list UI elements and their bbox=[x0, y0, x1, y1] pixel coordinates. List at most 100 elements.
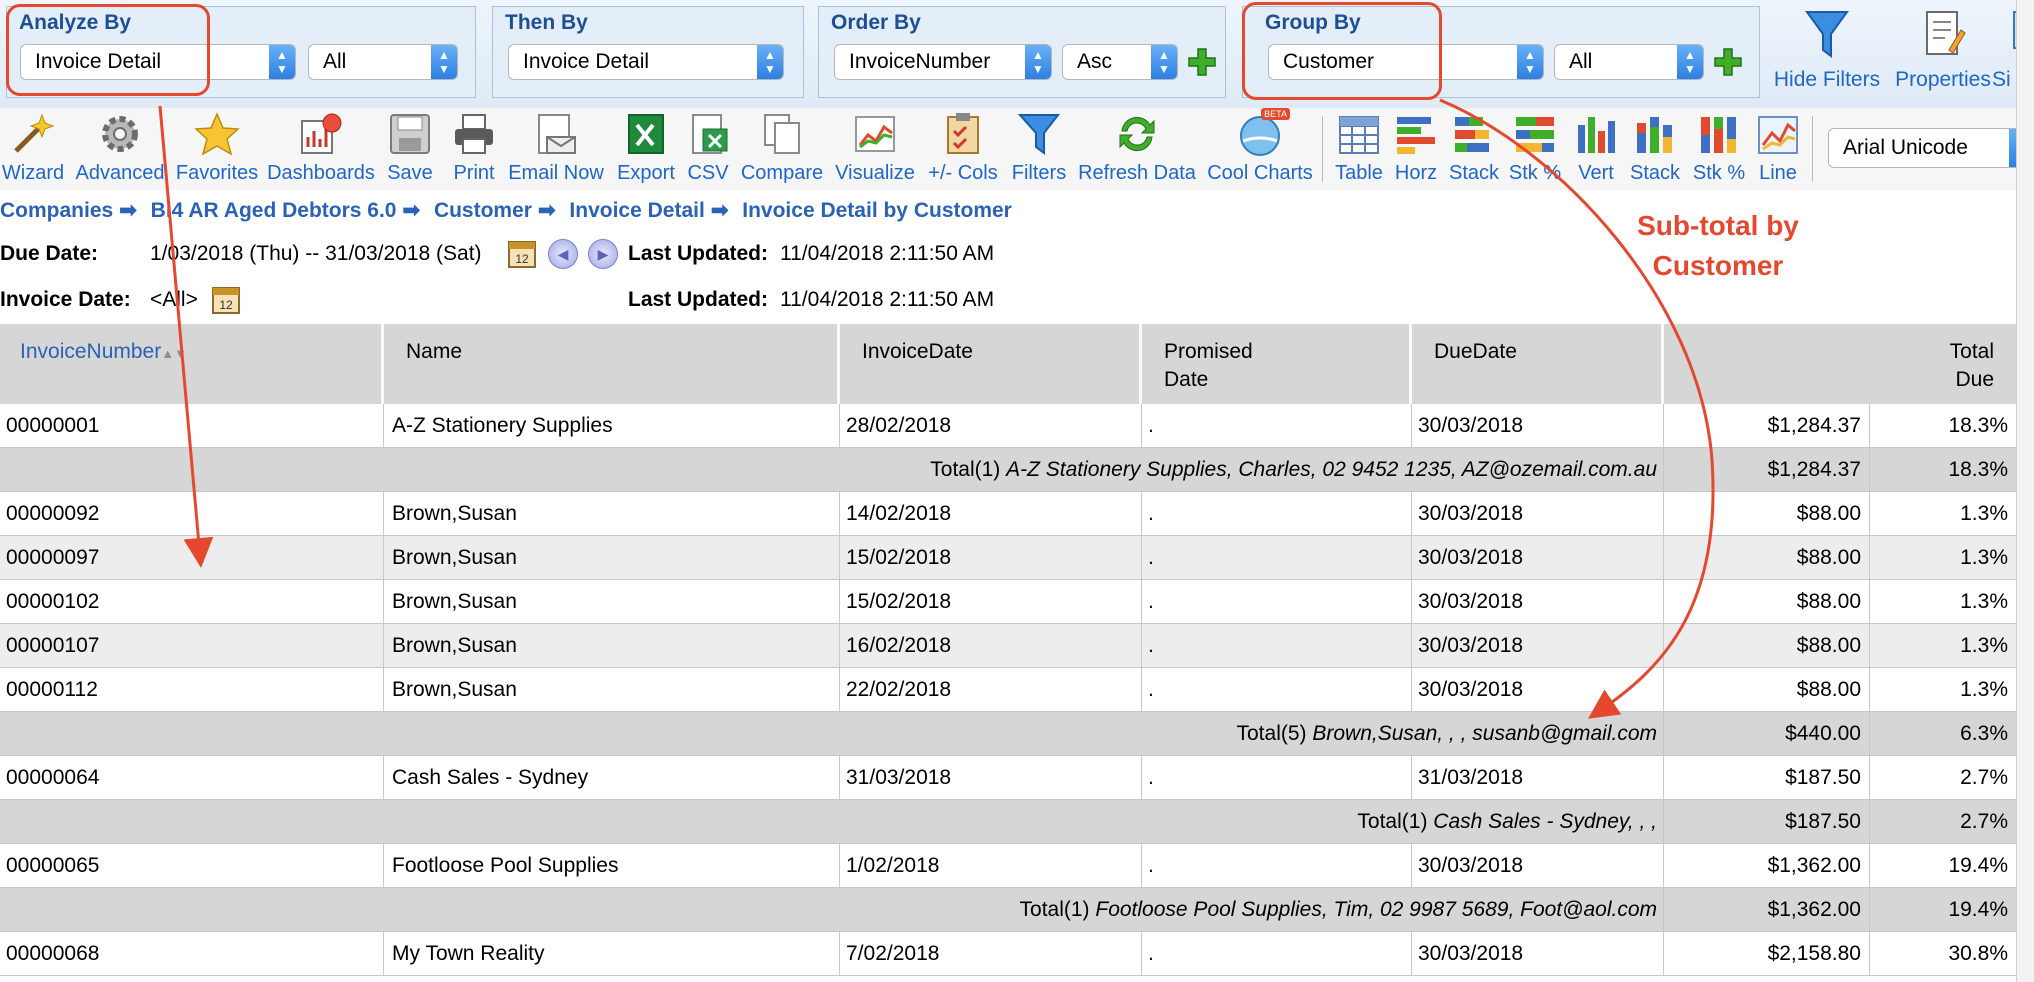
font-select[interactable]: Arial Unicode ▲▼ bbox=[1828, 128, 2034, 168]
table-row[interactable]: 00000064 Cash Sales - Sydney 31/03/2018. 31… bbox=[0, 756, 2016, 800]
beta-badge: BETA bbox=[1261, 108, 1290, 120]
email-now-button[interactable]: Email Now bbox=[504, 110, 608, 185]
column-header-name[interactable]: Name bbox=[384, 324, 840, 404]
filters-button[interactable]: Filters bbox=[1006, 110, 1072, 185]
next-period-icon[interactable]: ▶ bbox=[588, 239, 618, 269]
subtotal-percent: 6.3% bbox=[1960, 722, 2008, 745]
cell-invoice-number: 00000112 bbox=[0, 668, 384, 711]
column-header-invoicenumber[interactable]: InvoiceNumber▲▼ bbox=[0, 324, 384, 404]
add-remove-cols-button[interactable]: +/- Cols bbox=[922, 110, 1004, 185]
chart-horz-button[interactable]: Horz bbox=[1392, 110, 1440, 185]
previous-period-icon[interactable]: ◀ bbox=[548, 239, 578, 269]
cell-name: Brown,Susan bbox=[384, 536, 840, 579]
properties-button[interactable]: Properties bbox=[1888, 6, 1998, 92]
calendar-icon[interactable]: 12 bbox=[508, 240, 536, 268]
chart-table-button[interactable]: Table bbox=[1328, 110, 1390, 185]
side-label: Si bbox=[1992, 68, 2011, 91]
refresh-data-button[interactable]: Refresh Data bbox=[1074, 110, 1200, 185]
dashboards-button[interactable]: Dashboards bbox=[264, 110, 378, 185]
print-button[interactable]: Print bbox=[446, 110, 502, 185]
chart-stack-pct-vert-button[interactable]: Stk % bbox=[1688, 110, 1750, 185]
table-row[interactable]: 00000001 A-Z Stationery Supplies 28/02/201… bbox=[0, 404, 2016, 448]
visualize-button[interactable]: Visualize bbox=[832, 110, 918, 185]
breadcrumb-item-invoice-detail[interactable]: Invoice Detail bbox=[569, 199, 704, 222]
wizard-button[interactable]: Wizard bbox=[0, 110, 66, 185]
chart-line-button[interactable]: Line bbox=[1752, 110, 1804, 185]
highlight-group-by bbox=[1242, 2, 1442, 100]
csv-icon bbox=[692, 114, 728, 154]
cell-percent: 1.3% bbox=[1960, 502, 2008, 525]
subtotal-row: Total(1) Footloose Pool Supplies, Tim, 0… bbox=[0, 888, 2016, 932]
table-row[interactable]: 00000092 Brown,Susan 14/02/2018. 30/03/2018… bbox=[0, 492, 2016, 536]
cool-charts-button[interactable]: BETA Cool Charts bbox=[1204, 108, 1316, 185]
last-updated-value: 11/04/2018 2:11:50 AM bbox=[780, 288, 995, 311]
cell-invoice-number: 00000068 bbox=[0, 932, 384, 975]
subtotal-label: Total(5) Brown,Susan, , , susanb@gmail.c… bbox=[0, 712, 1664, 755]
breadcrumb-item-companies[interactable]: Companies bbox=[0, 199, 113, 222]
table-row[interactable]: 00000065 Footloose Pool Supplies 1/02/2018… bbox=[0, 844, 2016, 888]
chart-vert-button[interactable]: Vert bbox=[1570, 110, 1622, 185]
breadcrumb-item-current[interactable]: Invoice Detail by Customer bbox=[742, 199, 1012, 222]
subtotal-row: Total(5) Brown,Susan, , , susanb@gmail.c… bbox=[0, 712, 2016, 756]
hide-filters-button[interactable]: Hide Filters bbox=[1772, 6, 1882, 92]
table-row[interactable]: 00000112 Brown,Susan 22/02/2018. 30/03/2018… bbox=[0, 668, 2016, 712]
cell-invoice-number: 00000065 bbox=[0, 844, 384, 887]
toolbar-label: Wizard bbox=[1, 162, 65, 184]
advanced-button[interactable]: Advanced bbox=[72, 110, 168, 185]
column-header-invoicedate[interactable]: InvoiceDate bbox=[840, 324, 1142, 404]
group-by-all-select[interactable]: All ▲ ▼ bbox=[1554, 44, 1704, 80]
cell-due-date: 30/03/2018 bbox=[1412, 536, 1664, 579]
dashboard-icon bbox=[301, 113, 342, 154]
analyze-by-all-select[interactable]: All ▲ ▼ bbox=[308, 44, 458, 80]
subtotal-label: Total(1) A-Z Stationery Supplies, Charle… bbox=[0, 448, 1664, 491]
table-row[interactable]: 00000102 Brown,Susan 15/02/2018. 30/03/2018… bbox=[0, 580, 2016, 624]
stacked-column-chart-icon bbox=[1637, 117, 1672, 153]
add-order-icon[interactable] bbox=[1186, 46, 1218, 78]
order-by-title: Order By bbox=[831, 11, 921, 34]
calendar-icon[interactable]: 12 bbox=[212, 286, 240, 314]
chevron-updown-icon: ▲▼ bbox=[1677, 45, 1703, 79]
breadcrumb-item-report[interactable]: Bi4 AR Aged Debtors 6.0 bbox=[151, 199, 397, 222]
column-header-promised-date[interactable]: Promised Date bbox=[1142, 324, 1412, 404]
cell-invoice-number: 00000102 bbox=[0, 580, 384, 623]
chevron-updown-icon: ▲▼ bbox=[1025, 45, 1051, 79]
column-header-total-due[interactable]: Total Due bbox=[1664, 324, 2016, 404]
cell-due-date: 30/03/2018 bbox=[1412, 580, 1664, 623]
properties-label: Properties bbox=[1895, 68, 1991, 91]
compare-button[interactable]: Compare bbox=[736, 110, 828, 185]
chart-stack-vert-button[interactable]: Stack bbox=[1626, 110, 1684, 185]
column-header-duedate[interactable]: DueDate bbox=[1412, 324, 1664, 404]
favorites-button[interactable]: Favorites bbox=[172, 110, 262, 185]
export-button[interactable]: Export bbox=[612, 110, 680, 185]
chevron-updown-icon: ▲▼ bbox=[1151, 45, 1177, 79]
csv-button[interactable]: CSV bbox=[682, 110, 734, 185]
group-by-all-value: All bbox=[1569, 50, 1593, 73]
chart-stack-pct-horz-button[interactable]: Stk % bbox=[1504, 110, 1566, 185]
chart-stack-horz-button[interactable]: Stack bbox=[1446, 110, 1502, 185]
email-icon bbox=[538, 114, 576, 154]
then-by-select[interactable]: Invoice Detail ▲ ▼ bbox=[508, 44, 784, 80]
table-row[interactable]: 00000107 Brown,Susan 16/02/2018. 30/03/2018… bbox=[0, 624, 2016, 668]
save-button[interactable]: Save bbox=[380, 110, 440, 185]
cell-total-due: $1,284.37 bbox=[1664, 404, 1870, 447]
cell-percent: 1.3% bbox=[1960, 590, 2008, 613]
toolbar-label: Cool Charts bbox=[1207, 162, 1313, 184]
table-row[interactable]: 00000068 My Town Reality 7/02/2018. 30/03/2… bbox=[0, 932, 2016, 976]
breadcrumb-item-customer[interactable]: Customer bbox=[434, 199, 532, 222]
breadcrumb: Companies ➡ Bi4 AR Aged Debtors 6.0 ➡ Cust… bbox=[0, 198, 1012, 223]
sort-icon[interactable]: ▲▼ bbox=[161, 346, 187, 361]
order-direction-select[interactable]: Asc ▲ ▼ bbox=[1062, 44, 1178, 80]
cell-name: Brown,Susan bbox=[384, 580, 840, 623]
order-by-select[interactable]: InvoiceNumber ▲ ▼ bbox=[834, 44, 1052, 80]
scrollbar-edge[interactable] bbox=[2016, 0, 2034, 982]
cell-promised-date: . bbox=[1142, 668, 1412, 711]
chart-line-icon bbox=[855, 116, 895, 152]
line-chart-icon bbox=[1758, 116, 1798, 154]
add-group-icon[interactable] bbox=[1712, 46, 1744, 78]
cell-due-date: 30/03/2018 bbox=[1412, 404, 1664, 447]
cell-name: My Town Reality bbox=[384, 932, 840, 975]
table-icon bbox=[1339, 116, 1379, 154]
cell-due-date: 31/03/2018 bbox=[1412, 756, 1664, 799]
cell-percent: 1.3% bbox=[1960, 678, 2008, 701]
table-row[interactable]: 00000097 Brown,Susan 15/02/2018. 30/03/2018… bbox=[0, 536, 2016, 580]
